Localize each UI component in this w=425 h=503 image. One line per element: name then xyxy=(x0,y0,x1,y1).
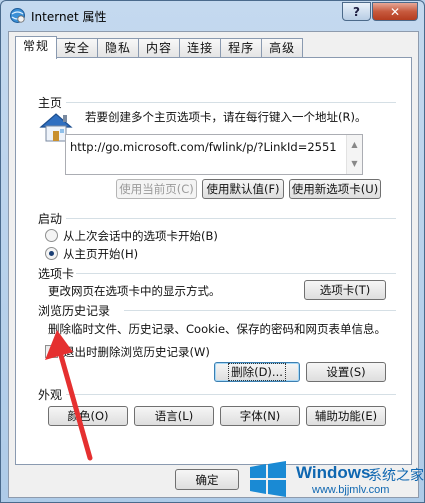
tabs-settings-button[interactable]: 选项卡(T) xyxy=(304,280,386,300)
accessibility-button[interactable]: 辅助功能(E) xyxy=(306,406,386,426)
appearance-section-label: 外观 xyxy=(38,388,63,402)
tabs-description: 更改网页在选项卡中的显示方式。 xyxy=(48,284,221,298)
history-separator xyxy=(124,310,396,311)
home-section-label: 主页 xyxy=(38,96,63,110)
title-bar[interactable]: Internet 属性 ? ✕ xyxy=(1,1,424,31)
startup-home-label[interactable]: 从主页开始(H) xyxy=(63,246,138,262)
delete-on-exit-label[interactable]: 退出时删除浏览历史记录(W) xyxy=(63,344,210,360)
languages-button[interactable]: 语言(L) xyxy=(134,406,214,426)
tab-strip: 常规 安全 隐私 内容 连接 程序 高级 xyxy=(15,36,304,59)
history-settings-button[interactable]: 设置(S) xyxy=(306,362,386,382)
close-icon: ✕ xyxy=(389,4,401,19)
home-instruction-text: 若要创建多个主页选项卡，请在每行键入一个地址(R)。 xyxy=(85,110,367,124)
tab-content[interactable]: 内容 xyxy=(138,38,181,58)
use-current-button[interactable]: 使用当前页(C) xyxy=(116,179,197,199)
use-default-button[interactable]: 使用默认值(F) xyxy=(202,179,284,199)
tab-general[interactable]: 常规 xyxy=(15,36,58,59)
watermark-brand-cn: 系统之家 xyxy=(368,468,424,484)
startup-home-radio[interactable] xyxy=(45,247,58,260)
fonts-button[interactable]: 字体(N) xyxy=(220,406,300,426)
delete-history-button[interactable]: 删除(D)... xyxy=(214,362,300,382)
home-separator xyxy=(66,102,396,103)
startup-separator xyxy=(66,218,396,219)
home-url-textarea[interactable]: http://go.microsoft.com/fwlink/p/?LinkId… xyxy=(65,134,363,175)
scroll-down-icon[interactable]: ▼ xyxy=(347,154,362,173)
tab-privacy[interactable]: 隐私 xyxy=(97,38,140,58)
tab-security[interactable]: 安全 xyxy=(56,38,99,58)
startup-last-session-radio[interactable] xyxy=(45,229,58,242)
history-description: 删除临时文件、历史记录、Cookie、保存的密码和网页表单信息。 xyxy=(48,322,387,336)
delete-history-label: 删除(D)... xyxy=(228,363,286,381)
general-tab-panel: 主页 若要创建多个主页选项卡，请在每行键入一个地址(R)。 http://go.… xyxy=(15,57,412,465)
watermark-url: www.bjjmlv.com xyxy=(312,484,390,496)
home-url-value: http://go.microsoft.com/fwlink/p/?LinkId… xyxy=(70,140,337,154)
internet-options-window: Internet 属性 ? ✕ 常规 安全 隐私 内容 连接 程序 高级 主页 … xyxy=(0,0,425,503)
window-title: Internet 属性 xyxy=(31,10,107,24)
tab-advanced[interactable]: 高级 xyxy=(261,38,304,58)
tab-connections[interactable]: 连接 xyxy=(179,38,222,58)
watermark: Windows 系统之家 www.bjjmlv.com xyxy=(236,455,425,503)
internet-options-icon xyxy=(10,8,25,23)
delete-on-exit-checkbox[interactable] xyxy=(45,345,58,358)
appearance-separator xyxy=(66,394,396,395)
startup-section-label: 启动 xyxy=(38,212,63,226)
tabs-separator xyxy=(76,273,396,274)
watermark-brand: Windows xyxy=(296,463,371,482)
ok-button[interactable]: 确定 xyxy=(175,469,239,490)
home-url-scrollbar[interactable]: ▲ ▼ xyxy=(346,135,362,174)
close-button[interactable]: ✕ xyxy=(372,2,418,21)
help-icon: ? xyxy=(353,4,360,19)
startup-last-session-label[interactable]: 从上次会话中的选项卡开始(B) xyxy=(63,228,218,244)
history-section-label: 浏览历史记录 xyxy=(38,304,111,318)
dialog-client: 常规 安全 隐私 内容 连接 程序 高级 主页 若要创建多个主页选项卡，请在每行… xyxy=(8,31,419,498)
windows-logo-icon xyxy=(250,461,286,497)
tabs-section-label: 选项卡 xyxy=(38,267,75,281)
use-new-tab-button[interactable]: 使用新选项卡(U) xyxy=(289,179,381,199)
colors-button[interactable]: 颜色(O) xyxy=(48,406,128,426)
tab-programs[interactable]: 程序 xyxy=(220,38,263,58)
help-button[interactable]: ? xyxy=(342,2,371,21)
scroll-up-icon[interactable]: ▲ xyxy=(347,135,362,154)
